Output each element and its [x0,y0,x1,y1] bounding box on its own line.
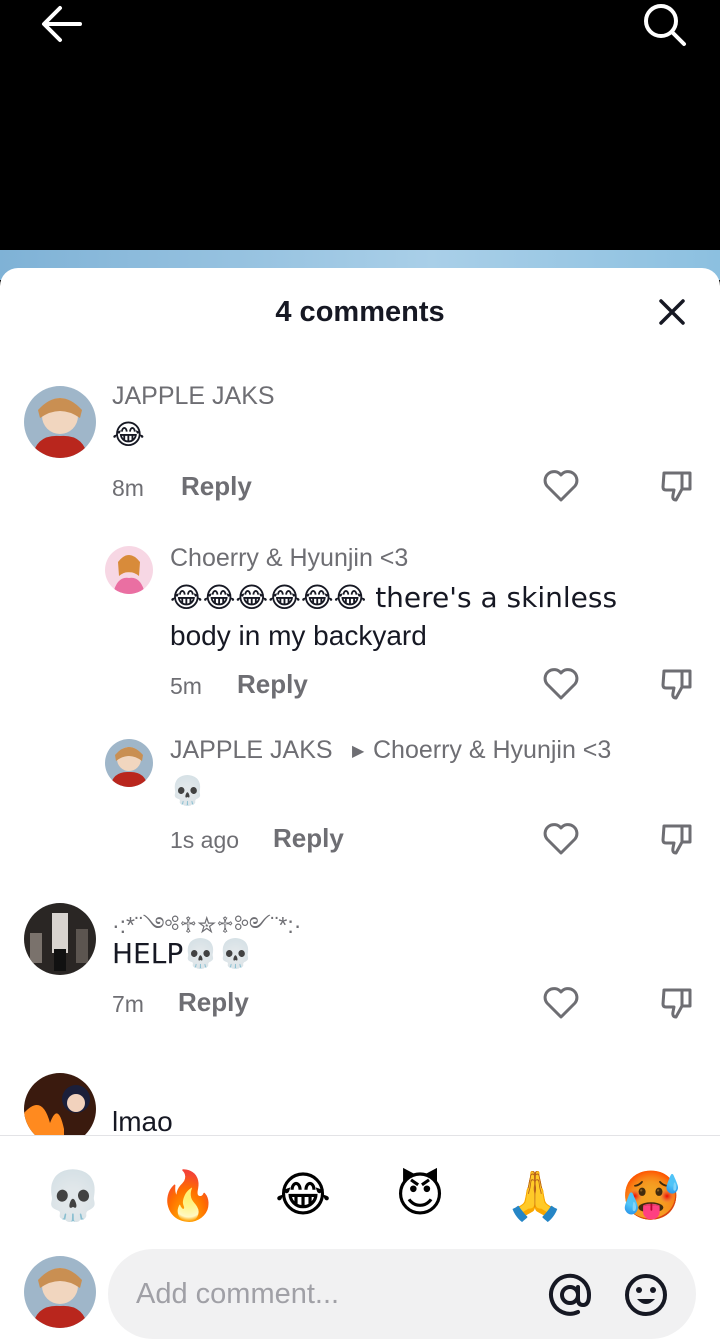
avatar[interactable] [24,1256,96,1328]
reply-to-username[interactable]: Choerry & Hyunjin <3 [373,736,611,765]
quick-emoji-skull[interactable]: 💀 [38,1160,108,1230]
video-area [0,0,720,280]
avatar[interactable] [24,903,96,975]
reply-arrow-icon: ▶ [352,743,365,760]
at-icon[interactable] [548,1273,592,1317]
reply-button[interactable]: Reply [273,823,344,854]
comment-composer: 💀 🔥 😂 😈 🙏 🥵 [0,1135,720,1340]
reply-button[interactable]: Reply [237,669,308,700]
reply-button[interactable]: Reply [178,987,249,1018]
search-icon[interactable] [638,0,690,48]
avatar[interactable] [105,739,153,787]
quick-emoji-hot[interactable]: 🥵 [616,1160,686,1230]
comment-text-line-2: body in my backyard [170,620,427,651]
comment-input-wrapper [108,1249,696,1339]
comment-text-line-1: 😂😂😂😂😂😂 there's a skinless [170,581,618,614]
page-title: 4 comments [275,296,445,328]
thumbs-down-icon[interactable] [657,664,697,704]
thumbs-down-icon[interactable] [657,983,697,1023]
comment-username[interactable]: JAPPLE JAKS [112,382,275,411]
comment-text: HELP💀💀 [112,937,253,970]
sheet-header: 4 comments [0,268,720,358]
comment-time: 7m [112,991,144,1017]
heart-icon[interactable] [541,819,581,859]
comment-text: 💀 [170,774,205,807]
comment-time: 5m [170,673,202,699]
quick-emoji-devil[interactable]: 😈 [385,1160,455,1230]
comment-username[interactable]: Choerry & Hyunjin <3 [170,544,408,573]
arrow-left-icon[interactable] [36,0,88,48]
heart-icon[interactable] [541,664,581,704]
quick-emoji-laugh[interactable]: 😂 [268,1160,338,1230]
comment-time: 1s ago [170,827,240,853]
avatar[interactable] [105,546,153,594]
comment-username[interactable]: JAPPLE JAKS [170,736,333,765]
comment-time: 8m [112,475,144,501]
comment-text: 😂 [112,418,145,451]
heart-icon[interactable] [541,466,581,506]
heart-icon[interactable] [541,983,581,1023]
thumbs-down-icon[interactable] [657,466,697,506]
smiley-icon[interactable] [624,1273,668,1317]
thumbs-down-icon[interactable] [657,819,697,859]
comment-input[interactable] [136,1269,526,1319]
avatar[interactable] [24,386,96,458]
quick-emoji-fire[interactable]: 🔥 [153,1160,223,1230]
reply-button[interactable]: Reply [181,471,252,502]
quick-emoji-pray[interactable]: 🙏 [500,1160,570,1230]
close-icon[interactable] [652,292,692,332]
